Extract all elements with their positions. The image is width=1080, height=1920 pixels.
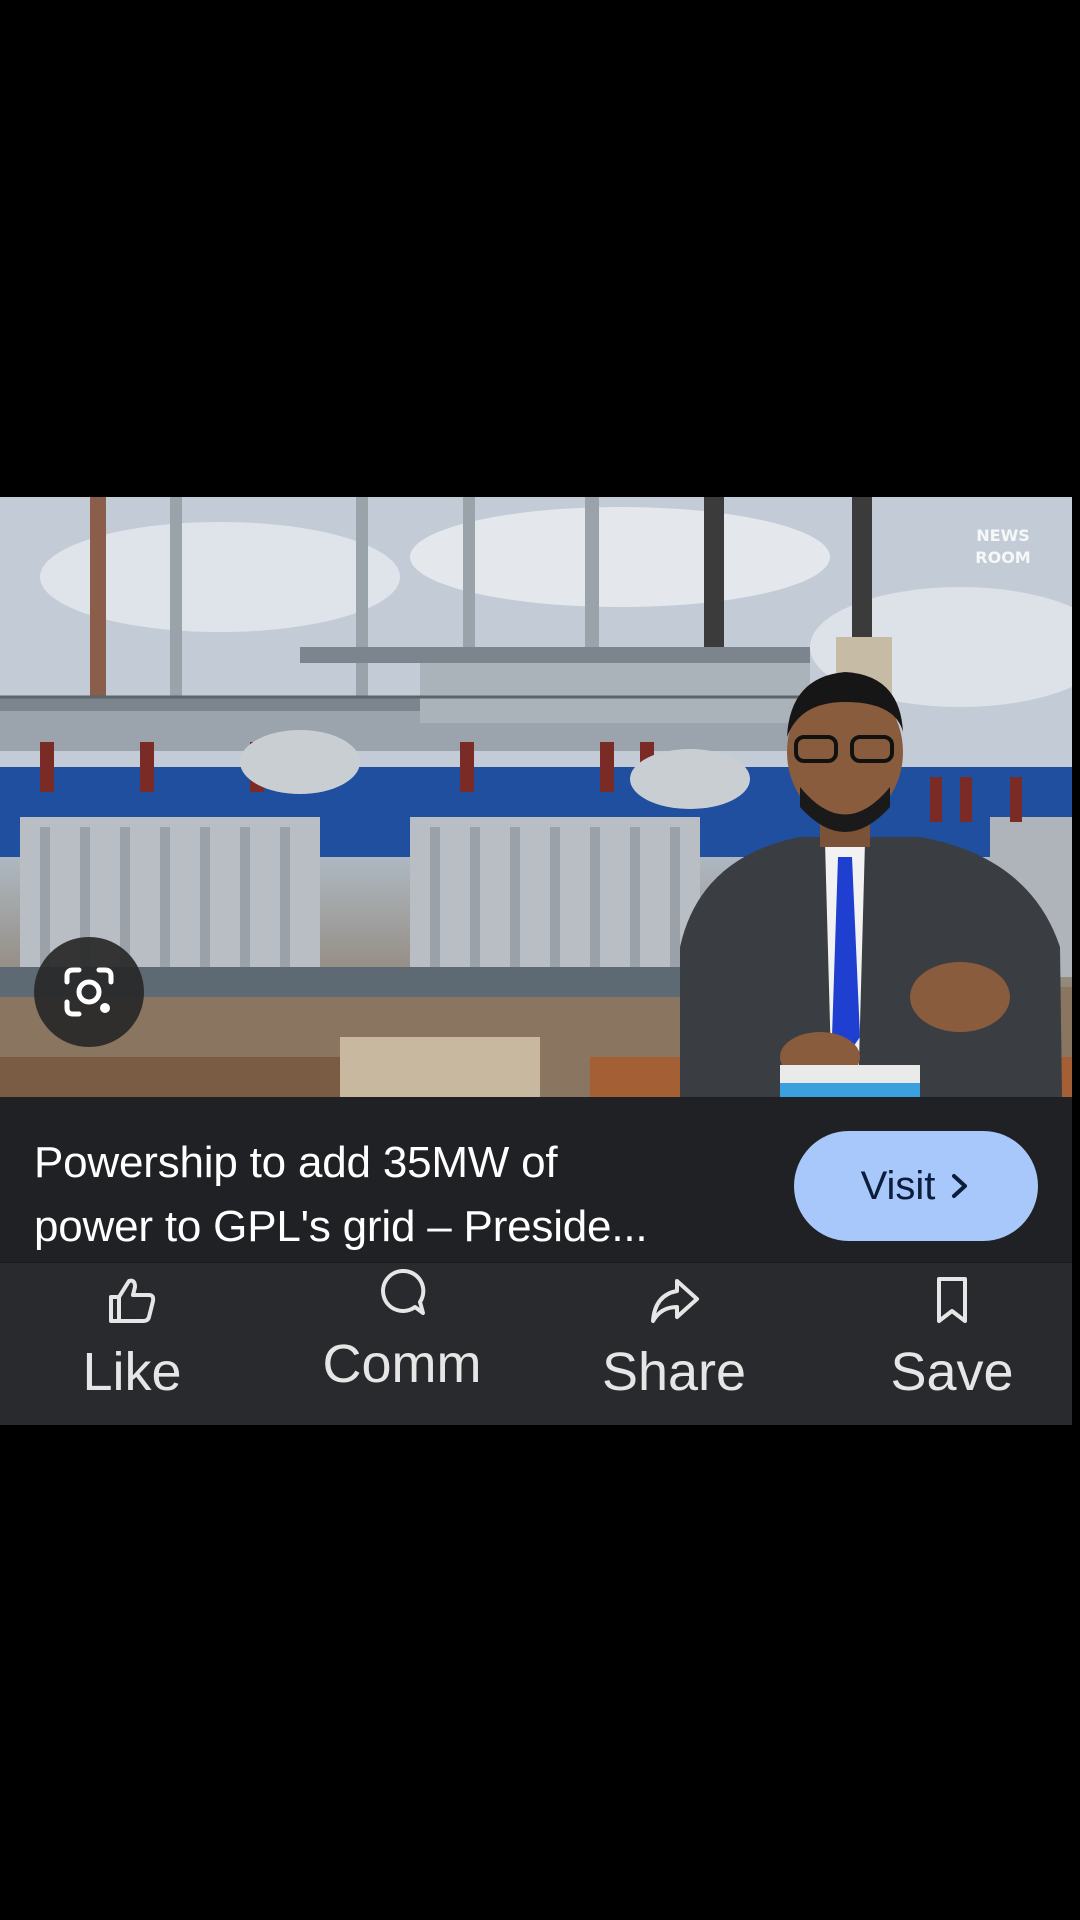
thumbs-up-icon	[109, 1278, 156, 1323]
google-lens-icon	[64, 967, 114, 1017]
share-label: Share	[601, 1342, 747, 1402]
post-caption-row: Powership to add 35MW of power to GPL's …	[0, 1097, 1072, 1262]
bookmark-icon	[937, 1277, 967, 1323]
save-button[interactable]: Save	[832, 1263, 1072, 1425]
share-arrow-icon	[651, 1279, 699, 1323]
visit-button-label: Visit	[860, 1163, 936, 1208]
svg-text:NEWS: NEWS	[976, 526, 1030, 545]
news-post-card[interactable]: NEWS ROOM Powership to add 35MW of power…	[0, 497, 1072, 1425]
chevron-right-icon	[952, 1174, 968, 1198]
newsroom-watermark-logo: NEWS ROOM	[976, 526, 1030, 567]
comment-button[interactable]: Comm	[282, 1263, 522, 1425]
like-label: Like	[82, 1342, 182, 1402]
save-label: Save	[890, 1342, 1014, 1402]
svg-text:ROOM: ROOM	[976, 548, 1030, 567]
headline-line-1: Powership to add 35MW of	[34, 1138, 558, 1187]
visit-button[interactable]: Visit	[794, 1131, 1038, 1241]
like-button[interactable]: Like	[12, 1263, 252, 1425]
post-image[interactable]: NEWS ROOM	[0, 497, 1072, 1097]
post-headline[interactable]: Powership to add 35MW of power to GPL's …	[34, 1131, 754, 1259]
post-action-bar: Like Comm Share Save	[0, 1262, 1072, 1425]
comment-label: Comm	[322, 1334, 482, 1394]
share-button[interactable]: Share	[554, 1263, 794, 1425]
power-station-illustration	[0, 497, 1072, 1097]
headline-line-2: power to GPL's grid – Preside...	[34, 1202, 648, 1251]
comment-bubble-icon	[381, 1268, 426, 1315]
google-lens-button[interactable]	[34, 937, 144, 1047]
screen: NEWS ROOM Powership to add 35MW of power…	[0, 0, 1080, 1920]
